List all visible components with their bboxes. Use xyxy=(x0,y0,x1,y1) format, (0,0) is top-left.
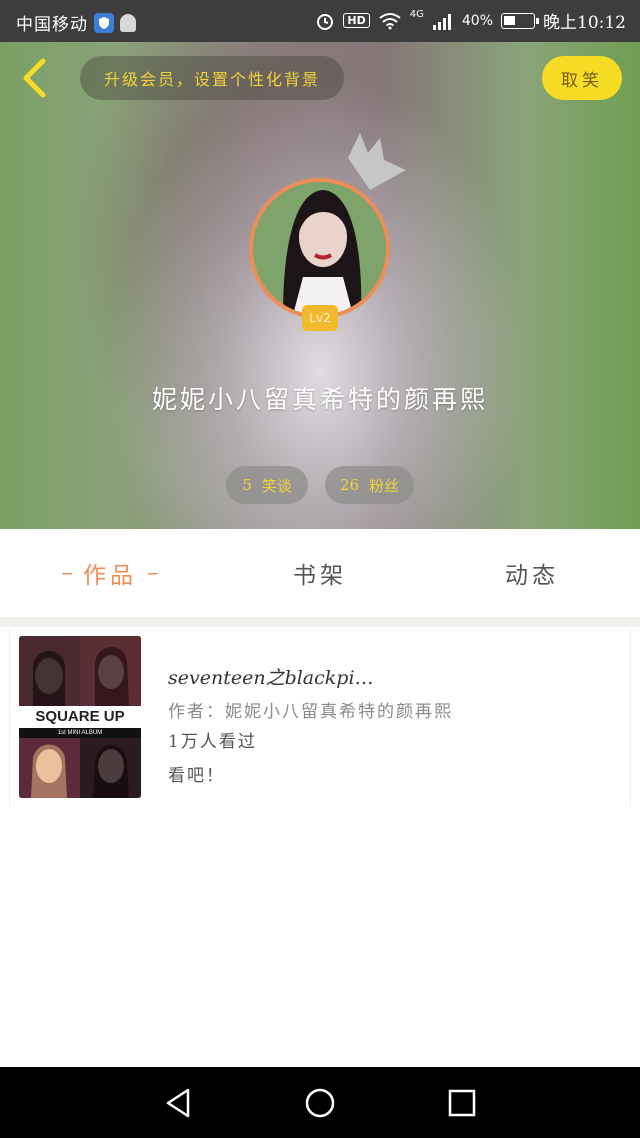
wifi-icon xyxy=(379,12,401,29)
divider xyxy=(0,617,640,627)
square-recents-icon xyxy=(448,1089,476,1117)
signal-icon xyxy=(432,13,451,30)
work-title[interactable]: seventeen之blackpi… xyxy=(168,663,374,690)
upgrade-vip-hint[interactable]: 升级会员，设置个性化背景 xyxy=(80,56,344,100)
top-action-button[interactable]: 取笑 xyxy=(542,56,622,100)
fans-stat[interactable]: 26 粉丝 xyxy=(325,466,414,504)
tab-works[interactable]: – 作品 – xyxy=(40,529,180,617)
tab-bookshelf[interactable]: 书架 xyxy=(250,529,390,617)
likes-stat[interactable]: 5 笑谈 xyxy=(226,466,308,504)
triangle-back-icon xyxy=(166,1088,190,1118)
tab-feed[interactable]: 动态 xyxy=(462,529,602,617)
works-list: SQUARE UP 1st MINI ALBUM seventeen之black… xyxy=(0,617,640,1067)
hd-icon: HD xyxy=(343,13,370,28)
nav-home-button[interactable] xyxy=(300,1085,340,1121)
nav-recents-button[interactable] xyxy=(442,1085,482,1121)
qq-icon xyxy=(120,13,136,32)
avatar[interactable] xyxy=(249,178,390,319)
cover-title: SQUARE UP xyxy=(19,706,141,728)
work-author: 作者：妮妮小八留真希特的颜再熙 xyxy=(168,702,453,722)
work-views: 1万人看过 xyxy=(168,732,257,752)
profile-header: 升级会员，设置个性化背景 取笑 Lv2 妮妮小八留真希特的颜再熙 5 笑谈 26… xyxy=(0,42,640,529)
battery-icon xyxy=(501,12,539,29)
back-chevron-icon xyxy=(23,58,46,98)
likes-count: 5 xyxy=(242,476,252,494)
tab-bookshelf-label: 书架 xyxy=(293,563,347,589)
level-badge: Lv2 xyxy=(302,305,338,331)
likes-label: 笑谈 xyxy=(261,476,292,495)
profile-tabs: – 作品 – 书架 动态 xyxy=(0,529,640,617)
work-cover[interactable]: SQUARE UP 1st MINI ALBUM xyxy=(19,636,141,798)
tab-works-label: 作品 xyxy=(83,563,137,589)
username: 妮妮小八留真希特的颜再熙 xyxy=(151,385,488,414)
work-description: 看吧！ xyxy=(168,766,225,786)
circle-home-icon xyxy=(305,1088,335,1118)
carrier-name: 中国移动 xyxy=(16,15,88,35)
clock: 晚上10:12 xyxy=(543,13,626,33)
avatar-image xyxy=(253,182,386,315)
status-left: 中国移动 xyxy=(16,10,136,35)
shield-icon xyxy=(94,12,114,33)
battery-percent: 40% xyxy=(461,12,493,29)
alarm-icon xyxy=(317,13,334,30)
status-right: HD 4G 40% 晚上10:12 xyxy=(315,8,626,33)
system-nav-bar xyxy=(0,1067,640,1138)
status-bar: 中国移动 HD 4G 40% 晚上10:12 xyxy=(0,0,640,42)
cover-subtitle: 1st MINI ALBUM xyxy=(19,728,141,738)
tab-feed-label: 动态 xyxy=(505,563,559,589)
nav-back-button[interactable] xyxy=(158,1085,198,1121)
fans-label: 粉丝 xyxy=(369,476,400,495)
work-card[interactable]: SQUARE UP 1st MINI ALBUM seventeen之black… xyxy=(9,627,631,807)
fans-count: 26 xyxy=(339,476,360,494)
back-button[interactable] xyxy=(14,56,54,100)
tab-indicator-right: – xyxy=(147,560,159,586)
network-type: 4G xyxy=(409,9,424,20)
tab-indicator-left: – xyxy=(61,560,74,586)
